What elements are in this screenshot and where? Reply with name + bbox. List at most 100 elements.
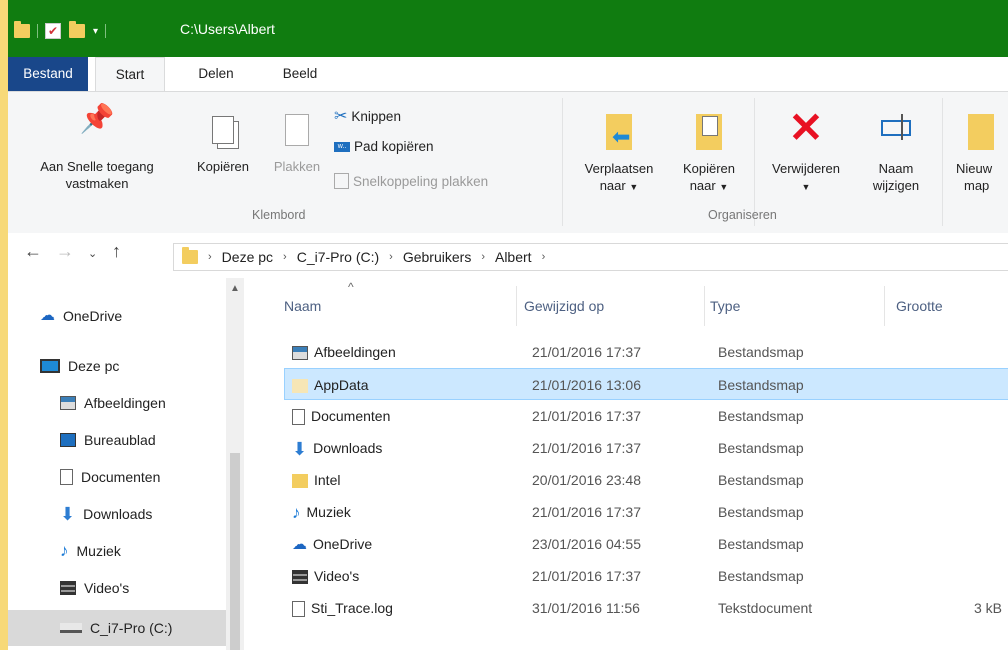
customize-toolbar-icon[interactable]: ▾ <box>93 26 98 37</box>
tab-beeld[interactable]: Beeld <box>270 57 330 91</box>
address-bar[interactable]: › Deze pc › C_i7-Pro (C:) › Gebruikers ›… <box>173 243 1008 271</box>
new-folder-button[interactable]: Nieuw map <box>946 106 1008 194</box>
pictures-icon <box>60 396 76 410</box>
pictures-icon <box>292 346 308 361</box>
pin-label-line1: Aan Snelle toegang <box>40 159 154 174</box>
copy-to-button[interactable]: Kopiëren naar ▼ <box>668 106 750 196</box>
cut-button[interactable]: ✂ Knippen <box>334 106 401 126</box>
file-name: Downloads <box>313 440 383 456</box>
column-header-name[interactable]: Naam <box>284 278 321 334</box>
file-name-cell: AppData <box>292 369 368 401</box>
breadcrumb-separator[interactable]: › <box>283 251 287 263</box>
tab-bestand[interactable]: Bestand <box>8 57 88 91</box>
film-icon <box>60 581 76 595</box>
table-row[interactable]: Video's 21/01/2016 17:37 Bestandsmap <box>284 560 1008 592</box>
move-to-icon: ⬅ <box>570 106 668 150</box>
table-row[interactable]: ♪ Muziek 21/01/2016 17:37 Bestandsmap <box>284 496 1008 528</box>
copy-label: Kopiëren <box>196 159 250 174</box>
tab-delen[interactable]: Delen <box>186 57 246 91</box>
download-arrow-icon: ⬇ <box>292 439 308 460</box>
file-name: Documenten <box>311 408 391 424</box>
breadcrumb-deze-pc[interactable]: Deze pc <box>222 249 273 265</box>
file-name: Afbeeldingen <box>314 344 396 360</box>
column-separator[interactable] <box>704 286 705 326</box>
nav-item-muziek[interactable]: ♪ Muziek <box>60 542 121 559</box>
nav-item-onedrive[interactable]: ☁ OneDrive <box>40 308 122 324</box>
text-file-icon <box>292 601 305 618</box>
nav-item-bureaublad[interactable]: Bureaublad <box>60 432 156 448</box>
file-type: Bestandsmap <box>718 504 804 520</box>
recent-locations-chevron-icon[interactable]: ⌄ <box>88 247 97 260</box>
nav-item-afbeeldingen[interactable]: Afbeeldingen <box>60 395 166 411</box>
breadcrumb-separator[interactable]: › <box>542 251 546 263</box>
table-row[interactable]: ⬇ Downloads 21/01/2016 17:37 Bestandsmap <box>284 432 1008 464</box>
nav-item-label: Muziek <box>76 543 121 559</box>
documents-icon <box>60 469 73 485</box>
file-name-cell: Documenten <box>292 400 390 432</box>
rename-icon <box>858 106 934 150</box>
scrollbar-thumb[interactable] <box>230 453 240 650</box>
paste-button[interactable]: Plakken <box>264 110 330 175</box>
file-type: Tekstdocument <box>718 600 813 616</box>
breadcrumb-separator[interactable]: › <box>481 251 485 263</box>
table-row-selected[interactable]: AppData 21/01/2016 13:06 Bestandsmap <box>284 368 1008 400</box>
delete-button[interactable]: ✕ Verwijderen ▼ <box>758 106 854 196</box>
column-separator[interactable] <box>884 286 885 326</box>
download-arrow-icon: ⬇ <box>60 504 76 524</box>
paste-icon <box>264 110 330 150</box>
table-row[interactable]: Intel 20/01/2016 23:48 Bestandsmap <box>284 464 1008 496</box>
nav-item-documenten[interactable]: Documenten <box>60 469 160 485</box>
copy-path-label: Pad kopiëren <box>354 139 434 154</box>
file-type: Bestandsmap <box>718 377 804 393</box>
move-to-button[interactable]: ⬅ Verplaatsen naar ▼ <box>570 106 668 196</box>
breadcrumb-albert[interactable]: Albert <box>495 249 532 265</box>
file-name: Muziek <box>306 504 351 520</box>
new-folder-icon <box>946 106 1008 150</box>
paste-shortcut-button[interactable]: Snelkoppeling plakken <box>334 173 488 189</box>
file-modified: 20/01/2016 23:48 <box>532 472 641 488</box>
forward-arrow-icon[interactable]: → <box>56 241 74 262</box>
drive-icon <box>60 623 82 633</box>
file-type: Bestandsmap <box>718 472 804 488</box>
dropdown-arrow-icon: ▼ <box>629 182 639 192</box>
column-separator[interactable] <box>516 286 517 326</box>
column-header-size[interactable]: Grootte <box>896 278 943 334</box>
breadcrumb-drive[interactable]: C_i7-Pro (C:) <box>297 249 379 265</box>
scroll-up-arrow-icon[interactable]: ▲ <box>230 283 240 294</box>
pin-icon: 📌 <box>79 103 115 134</box>
table-row[interactable]: ☁ OneDrive 23/01/2016 04:55 Bestandsmap <box>284 528 1008 560</box>
file-type: Bestandsmap <box>718 408 804 424</box>
rename-button[interactable]: Naam wijzigen <box>858 106 934 194</box>
window-title: C:\Users\Albert <box>180 21 275 37</box>
file-modified: 21/01/2016 17:37 <box>532 440 641 456</box>
folder-icon <box>182 247 198 264</box>
folder-icon[interactable] <box>14 21 30 38</box>
nav-item-deze-pc[interactable]: Deze pc <box>40 358 119 374</box>
nav-item-label: Bureaublad <box>84 432 156 448</box>
cloud-icon: ☁ <box>40 307 55 324</box>
copy-button[interactable]: Kopiëren <box>182 110 264 175</box>
folder-icon <box>292 474 308 489</box>
up-arrow-icon[interactable]: ↑ <box>112 241 121 262</box>
pin-quick-access-button[interactable]: 📌 Aan Snelle toegang vastmaken <box>16 103 178 192</box>
nav-item-downloads[interactable]: ⬇ Downloads <box>60 504 152 524</box>
quick-access-toolbar: ✔ ▾ <box>14 20 113 42</box>
breadcrumb-gebruikers[interactable]: Gebruikers <box>403 249 471 265</box>
breadcrumb-separator[interactable]: › <box>389 251 393 263</box>
nav-item-videos[interactable]: Video's <box>60 580 129 596</box>
tab-start[interactable]: Start <box>95 57 165 92</box>
table-row[interactable]: Documenten 21/01/2016 17:37 Bestandsmap <box>284 400 1008 432</box>
nav-item-drive-c[interactable]: C_i7-Pro (C:) <box>8 610 226 646</box>
properties-icon[interactable]: ✔ <box>45 23 61 39</box>
group-separator <box>754 98 755 226</box>
column-header-modified[interactable]: Gewijzigd op <box>524 278 604 334</box>
breadcrumb-separator[interactable]: › <box>208 251 212 263</box>
copy-path-button[interactable]: w.. Pad kopiëren <box>334 139 434 154</box>
back-arrow-icon[interactable]: ← <box>24 241 42 262</box>
file-modified: 21/01/2016 17:37 <box>532 568 641 584</box>
new-folder-icon[interactable] <box>69 21 85 38</box>
table-row[interactable]: Sti_Trace.log 31/01/2016 11:56 Tekstdocu… <box>284 592 1008 624</box>
table-row[interactable]: Afbeeldingen 21/01/2016 17:37 Bestandsma… <box>284 336 1008 368</box>
column-header-type[interactable]: Type <box>710 278 740 334</box>
navigation-pane: ☁ OneDrive Deze pc Afbeeldingen Bureaubl… <box>8 278 238 650</box>
